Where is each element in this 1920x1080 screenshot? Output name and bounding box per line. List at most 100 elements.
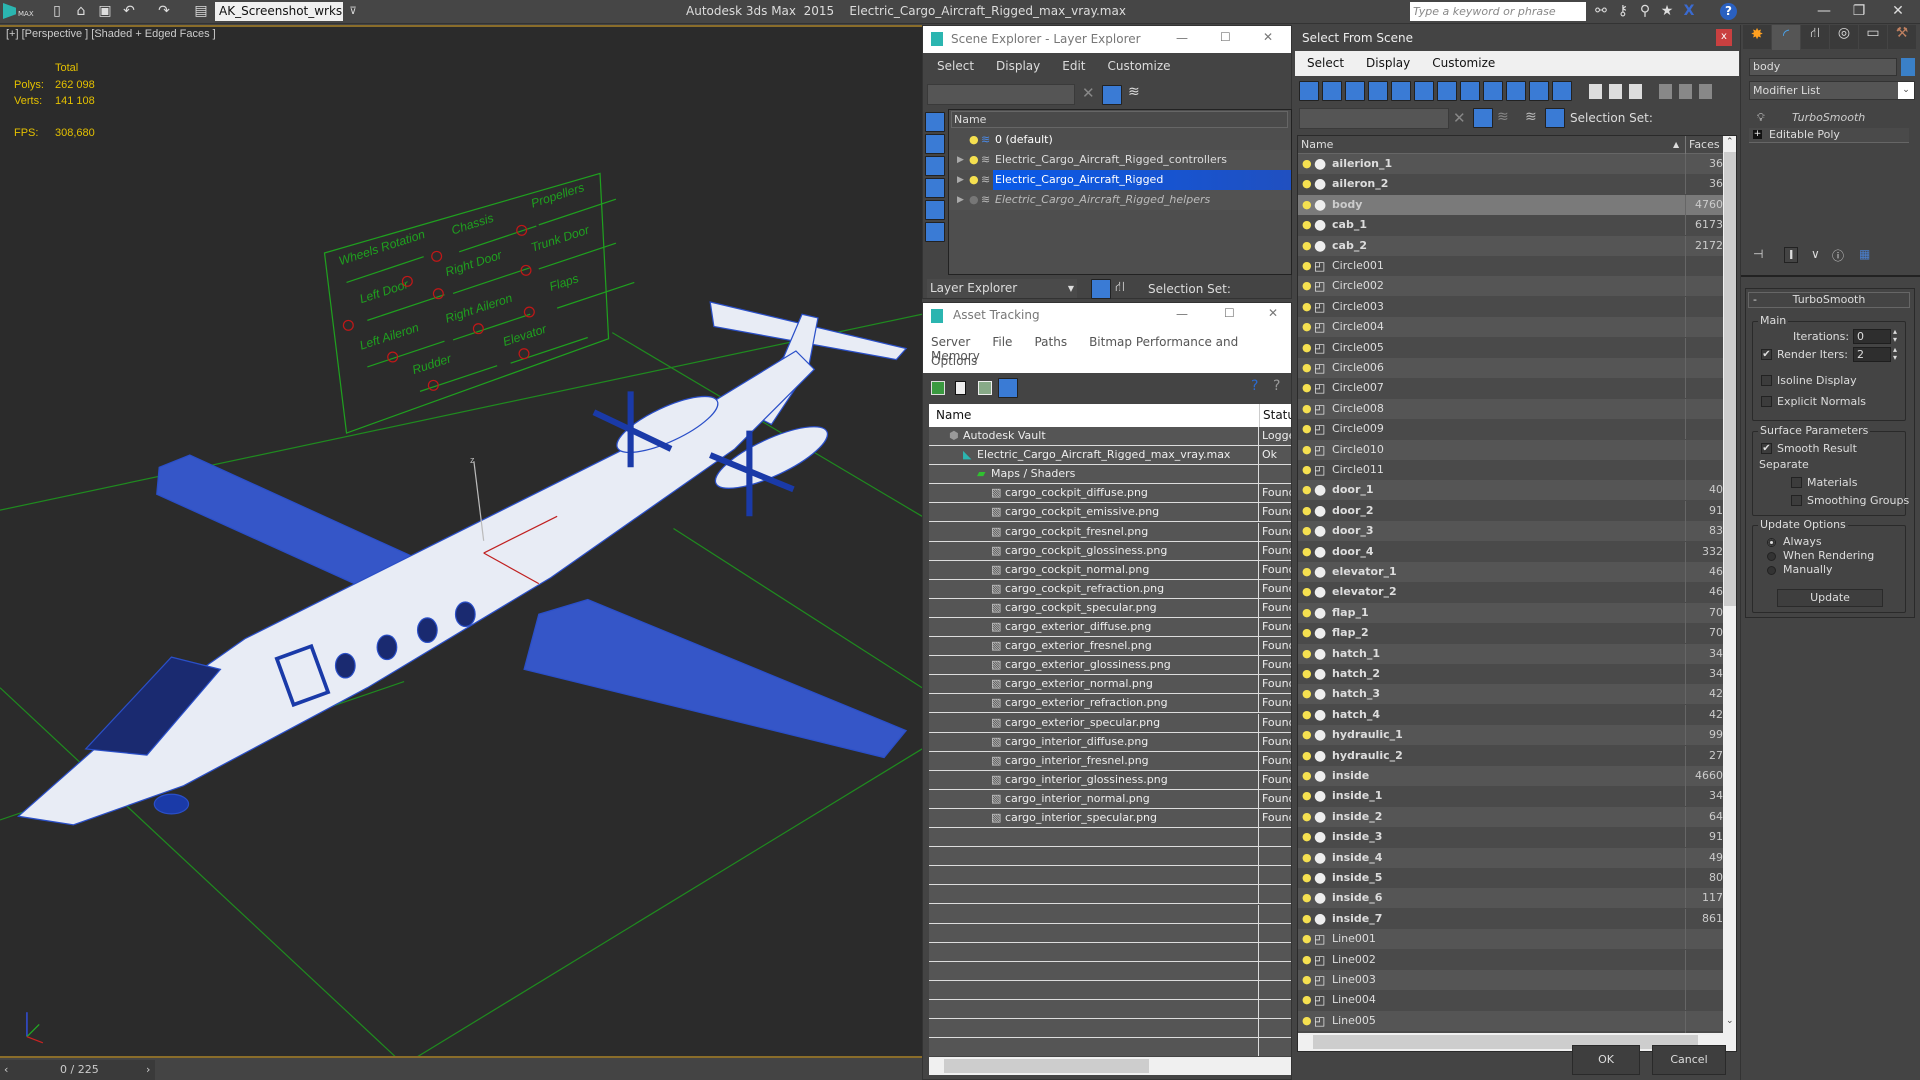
rig-slider-knob[interactable]: [523, 306, 535, 318]
name-column-header[interactable]: Name: [936, 404, 971, 427]
asset-row[interactable]: ▧cargo_cockpit_specular.png Found: [929, 598, 1291, 618]
spacewarps-filter-icon[interactable]: [1414, 81, 1434, 101]
close-icon[interactable]: ✕: [1889, 3, 1907, 20]
minimize-icon[interactable]: —: [1176, 31, 1188, 45]
close-icon[interactable]: ✕: [1268, 306, 1278, 320]
thumbnail-view-icon[interactable]: [978, 381, 992, 395]
object-row[interactable]: ● ◰ Circle003: [1298, 296, 1723, 317]
stack-item-turbosmooth[interactable]: 💡︎ TurboSmooth: [1749, 111, 1909, 126]
tab-motion[interactable]: ◎: [1830, 25, 1858, 49]
xrefs-filter-icon[interactable]: [1460, 81, 1480, 101]
object-row[interactable]: ● ◰ Circle004: [1298, 317, 1723, 338]
expand-arrow-icon[interactable]: ▶: [957, 150, 964, 170]
asset-row[interactable]: ▧cargo_exterior_refraction.png Found: [929, 694, 1291, 714]
faces-column-header[interactable]: Faces: [1685, 136, 1723, 154]
menu-customize[interactable]: Customize: [1432, 56, 1495, 70]
layer-row[interactable]: ● ≋ 0 (default): [949, 130, 1291, 150]
object-row[interactable]: ● ◰ Circle002: [1298, 276, 1723, 297]
update-when-rendering-radio[interactable]: [1767, 552, 1776, 561]
object-row[interactable]: ● ◰ Line005: [1298, 1010, 1723, 1031]
object-row[interactable]: ● ● hydraulic_2 27: [1298, 745, 1723, 766]
sfs-search-input[interactable]: [1299, 108, 1449, 129]
lightbulb-icon[interactable]: ●: [1302, 297, 1312, 317]
menu-server[interactable]: Server: [931, 335, 970, 349]
object-row[interactable]: ● ● flap_1 70: [1298, 602, 1723, 623]
lightbulb-icon[interactable]: ●: [1302, 827, 1312, 847]
object-row[interactable]: ● ● inside_1 34: [1298, 786, 1723, 807]
object-row[interactable]: ● ● inside_4 49: [1298, 847, 1723, 868]
pin-stack-icon[interactable]: ⊣: [1753, 247, 1763, 261]
object-row[interactable]: ● ◰ Line003: [1298, 970, 1723, 990]
rig-control-label[interactable]: Flaps: [548, 271, 581, 294]
object-row[interactable]: ● ● hatch_1 34: [1298, 643, 1723, 664]
lightbulb-icon[interactable]: ●: [1302, 990, 1312, 1010]
spinner-arrows-icon[interactable]: ▴ ▾: [1893, 328, 1897, 344]
menu-display[interactable]: Display: [996, 59, 1040, 73]
lightbulb-icon[interactable]: ●: [1302, 766, 1312, 786]
asset-row[interactable]: ▧cargo_interior_fresnel.png Found: [929, 751, 1291, 771]
rollout-header[interactable]: - TurboSmooth: [1748, 292, 1910, 308]
hidden-filter-icon[interactable]: [1552, 81, 1572, 101]
vertical-scrollbar[interactable]: ⌃ ⌄: [1723, 136, 1736, 1033]
lightbulb-icon[interactable]: ●: [1302, 276, 1312, 296]
lightbulb-icon[interactable]: ●: [1302, 807, 1312, 827]
update-always-radio[interactable]: [1767, 538, 1776, 547]
object-row[interactable]: ● ● inside_6 117: [1298, 888, 1723, 909]
rig-control-label[interactable]: Trunk Door: [529, 222, 592, 254]
modifier-list-dropdown[interactable]: Modifier List ⌄: [1749, 81, 1915, 100]
asset-row[interactable]: ▧cargo_interior_glossiness.png Found: [929, 770, 1291, 790]
object-row[interactable]: ● ◰ Circle009: [1298, 419, 1723, 440]
containers-filter-icon[interactable]: [1506, 81, 1526, 101]
rig-control-label[interactable]: Left Aileron: [358, 320, 421, 352]
make-unique-icon[interactable]: ∨: [1811, 247, 1820, 261]
time-next-button[interactable]: ›: [146, 1060, 150, 1080]
lightbulb-icon[interactable]: ●: [1302, 868, 1312, 888]
time-slider[interactable]: ‹ 0 / 225 ›: [0, 1060, 155, 1080]
layer-row[interactable]: ▶ ● ≋ Electric_Cargo_Aircraft_Rigged: [949, 170, 1291, 190]
rig-control-label[interactable]: Right Door: [444, 247, 505, 279]
asset-row[interactable]: ▧cargo_interior_diffuse.png Found: [929, 732, 1291, 752]
lightbulb-icon[interactable]: ●: [1302, 338, 1312, 358]
object-row[interactable]: ● ● door_4 332: [1298, 541, 1723, 562]
object-row[interactable]: ● ◰ Circle010: [1298, 439, 1723, 460]
object-row[interactable]: ● ● inside_3 91: [1298, 827, 1723, 848]
object-row[interactable]: ● ● hydraulic_1 99: [1298, 725, 1723, 746]
object-row[interactable]: ● ◰ Circle005: [1298, 337, 1723, 358]
viewport-label[interactable]: [+] [Perspective ] [Shaded + Edged Faces…: [6, 28, 216, 40]
object-name-field[interactable]: body: [1749, 58, 1897, 76]
object-row[interactable]: ● ● door_2 91: [1298, 500, 1723, 521]
object-row[interactable]: ● ● inside 4660: [1298, 766, 1723, 786]
scene-explorer-search[interactable]: [927, 84, 1075, 105]
lightbulb-icon[interactable]: ●: [1302, 542, 1312, 562]
isoline-display-checkbox[interactable]: [1761, 375, 1772, 386]
lightbulb-icon[interactable]: ●: [1302, 419, 1312, 439]
open-file-icon[interactable]: ⌂: [72, 3, 90, 20]
asset-row[interactable]: ▧cargo_interior_normal.png Found: [929, 789, 1291, 809]
redo-icon[interactable]: ↷: [155, 3, 173, 20]
lightbulb-icon[interactable]: ●: [1302, 786, 1312, 806]
asset-row[interactable]: ▧cargo_exterior_specular.png Found: [929, 713, 1291, 733]
object-row[interactable]: ● ◰ Circle008: [1298, 398, 1723, 419]
spacewarps-filter-icon[interactable]: [925, 222, 945, 242]
layer-row[interactable]: ▶ ● ≋ Electric_Cargo_Aircraft_Rigged_contro…: [949, 150, 1291, 170]
menu-select[interactable]: Select: [937, 59, 974, 73]
object-color-swatch[interactable]: [1901, 58, 1915, 76]
hierarchy-icon[interactable]: [1545, 108, 1565, 128]
asset-row[interactable]: ◣ Electric_Cargo_Aircraft_Rigged_max_vray…: [929, 446, 1291, 466]
object-row[interactable]: ● ● body 4760: [1298, 194, 1723, 215]
render-iters-spinner[interactable]: 2: [1853, 347, 1891, 362]
lightbulb-icon[interactable]: ●: [1302, 358, 1312, 378]
filter-icon[interactable]: [1102, 85, 1122, 105]
lightbulb-icon[interactable]: ●: [1302, 174, 1312, 194]
save-icon[interactable]: ▣: [96, 3, 114, 20]
restore-icon[interactable]: ❐: [1850, 3, 1868, 20]
asset-row[interactable]: ▧cargo_exterior_fresnel.png Found: [929, 637, 1291, 657]
table-view-icon[interactable]: [998, 378, 1018, 398]
lightbulb-icon[interactable]: ●: [1302, 378, 1312, 398]
render-iters-checkbox[interactable]: ✔: [1761, 349, 1772, 360]
update-manually-radio[interactable]: [1767, 566, 1776, 575]
iterations-spinner[interactable]: 0: [1853, 329, 1891, 344]
list-view-icon[interactable]: [955, 381, 966, 395]
object-row[interactable]: ● ◰ Circle001: [1298, 256, 1723, 276]
name-column-header[interactable]: Name: [951, 111, 1288, 128]
